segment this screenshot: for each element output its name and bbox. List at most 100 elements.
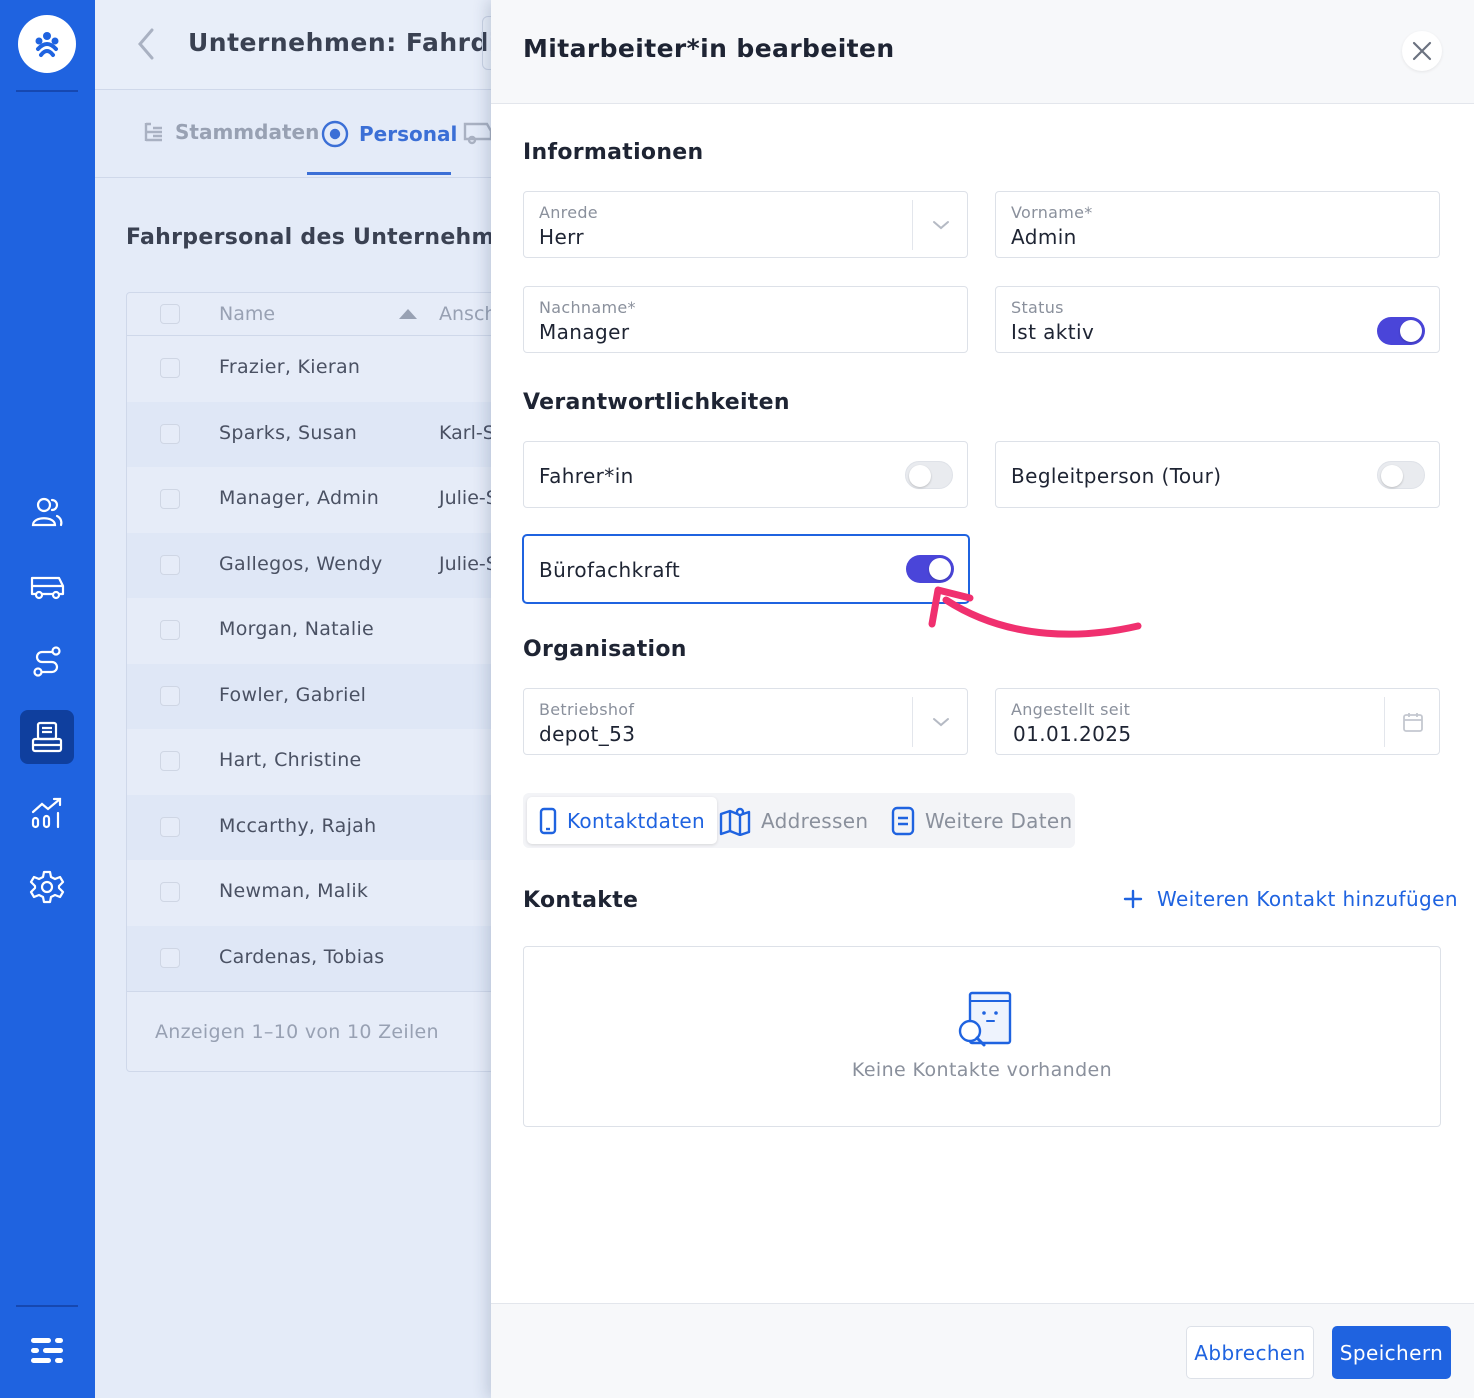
edit-employee-drawer: Mitarbeiter*in bearbeiten Informationen …: [491, 0, 1474, 1398]
buerofachkraft-toggle[interactable]: [906, 555, 954, 583]
row-checkbox[interactable]: [160, 554, 180, 575]
row-checkbox[interactable]: [160, 882, 180, 902]
row-checkbox[interactable]: [160, 489, 180, 509]
save-button[interactable]: Speichern: [1332, 1326, 1451, 1379]
betriebshof-label: Betriebshof: [539, 700, 635, 719]
angestellt-seit-label: Angestellt seit: [1011, 700, 1131, 719]
field-divider: [1384, 697, 1385, 747]
table-row[interactable]: Morgan, Natalie: [127, 598, 545, 663]
drawer-title: Mitarbeiter*in bearbeiten: [523, 34, 895, 63]
calendar-icon[interactable]: [1402, 711, 1424, 737]
nachname-field[interactable]: Nachname* Manager: [523, 286, 968, 353]
tab-stammdaten[interactable]: Stammdaten: [143, 120, 319, 144]
person-circle-icon: [321, 120, 349, 148]
list-icon: [144, 122, 162, 142]
table-row[interactable]: Mccarthy, Rajah: [127, 794, 545, 860]
vorname-value: Admin: [1011, 225, 1077, 249]
phone-icon: [539, 807, 557, 834]
row-name: Fowler, Gabriel: [219, 683, 367, 706]
chevron-down-icon[interactable]: [932, 713, 950, 732]
buerofachkraft-field: Bürofachkraft: [522, 534, 970, 604]
drawer-footer: Abbrechen Speichern: [491, 1303, 1474, 1398]
row-checkbox[interactable]: [160, 620, 180, 640]
buerofachkraft-label: Bürofachkraft: [539, 558, 681, 582]
row-address: Karl-S: [439, 421, 495, 444]
table-row[interactable]: Sparks, Susan Karl-S: [127, 401, 545, 467]
subtab-addressen[interactable]: Addressen: [707, 797, 880, 844]
sidebar-divider: [16, 90, 78, 92]
table-row[interactable]: Cardenas, Tobias: [127, 925, 545, 991]
add-contact-button[interactable]: Weiteren Kontakt hinzufügen: [1123, 887, 1458, 911]
status-label: Status: [1011, 298, 1064, 317]
users-icon[interactable]: [20, 485, 74, 539]
betriebshof-value: depot_53: [539, 722, 636, 746]
toggle-knob: [1381, 465, 1403, 487]
tab-vehicles[interactable]: [463, 120, 493, 146]
row-name: Newman, Malik: [219, 880, 369, 902]
office-icon[interactable]: [20, 710, 74, 764]
status-toggle[interactable]: [1377, 317, 1425, 345]
table-row[interactable]: Frazier, Kieran: [127, 336, 545, 401]
subtab-weitere-daten[interactable]: Weitere Daten: [879, 797, 1084, 844]
settings-icon[interactable]: [20, 860, 74, 914]
cancel-button[interactable]: Abbrechen: [1186, 1326, 1314, 1379]
toggle-knob: [929, 558, 951, 580]
tab-personal-label: Personal: [359, 122, 458, 146]
vorname-field[interactable]: Vorname* Admin: [995, 191, 1440, 258]
row-checkbox[interactable]: [160, 816, 180, 837]
column-header-address[interactable]: Ansch: [439, 303, 496, 325]
row-checkbox[interactable]: [160, 423, 180, 444]
route-icon[interactable]: [20, 634, 74, 688]
back-chevron-icon[interactable]: [135, 26, 157, 66]
plus-icon: [1123, 889, 1143, 909]
sidebar: [0, 0, 95, 1398]
toggle-knob: [1400, 320, 1422, 342]
section-heading-verantwortlichkeiten: Verantwortlichkeiten: [523, 390, 790, 415]
column-header-name[interactable]: Name: [219, 303, 275, 325]
table-row[interactable]: Gallegos, Wendy Julie-S: [127, 532, 545, 598]
bus-icon: [463, 122, 493, 145]
row-checkbox[interactable]: [160, 947, 180, 968]
anrede-select[interactable]: Anrede Herr: [523, 191, 968, 258]
row-name: Hart, Christine: [219, 749, 362, 771]
fahrer-toggle[interactable]: [905, 461, 953, 489]
subtab-kontaktdaten[interactable]: Kontaktdaten: [527, 797, 717, 844]
analytics-icon[interactable]: [20, 786, 74, 840]
table-row[interactable]: Manager, Admin Julie-S: [127, 467, 545, 532]
chevron-down-icon[interactable]: [932, 216, 950, 235]
begleitperson-field: Begleitperson (Tour): [995, 441, 1440, 508]
sort-ascending-icon[interactable]: [399, 309, 417, 319]
row-checkbox[interactable]: [160, 358, 180, 378]
logo-icon[interactable]: [18, 15, 76, 73]
vorname-label: Vorname*: [1011, 203, 1093, 222]
begleitperson-toggle[interactable]: [1377, 461, 1425, 489]
close-button[interactable]: [1402, 31, 1442, 71]
empty-search-document-icon: [956, 989, 1014, 1053]
subtab-weitere-daten-label: Weitere Daten: [925, 808, 1073, 833]
section-heading-kontakte: Kontakte: [523, 888, 639, 913]
row-name: Mccarthy, Rajah: [219, 814, 377, 837]
section-title: Fahrpersonal des Unternehmens: [126, 225, 540, 250]
row-name: Gallegos, Wendy: [219, 552, 383, 575]
tab-personal[interactable]: Personal: [321, 120, 457, 148]
table-row[interactable]: Hart, Christine: [127, 729, 545, 794]
sidebar-divider: [16, 1305, 78, 1307]
table-row[interactable]: Fowler, Gabriel: [127, 663, 545, 729]
betriebshof-select[interactable]: Betriebshof depot_53: [523, 688, 968, 755]
row-checkbox[interactable]: [160, 751, 180, 771]
field-divider: [912, 200, 913, 250]
row-checkbox[interactable]: [160, 685, 180, 706]
select-all-checkbox[interactable]: [160, 304, 180, 324]
angestellt-seit-field[interactable]: Angestellt seit 01.01.2025: [995, 688, 1440, 755]
empty-state-text: Keine Kontakte vorhanden: [851, 1059, 1113, 1081]
table-row[interactable]: Newman, Malik: [127, 860, 545, 925]
row-address: Julie-S: [439, 487, 498, 509]
subtab-kontaktdaten-label: Kontaktdaten: [567, 808, 705, 833]
menu-icon[interactable]: [20, 1324, 74, 1378]
row-name: Morgan, Natalie: [219, 618, 375, 640]
row-name: Manager, Admin: [219, 487, 380, 509]
bus-icon[interactable]: [20, 560, 74, 614]
anrede-value: Herr: [539, 225, 585, 249]
map-icon: [719, 807, 751, 836]
active-tab-indicator: [307, 172, 451, 175]
